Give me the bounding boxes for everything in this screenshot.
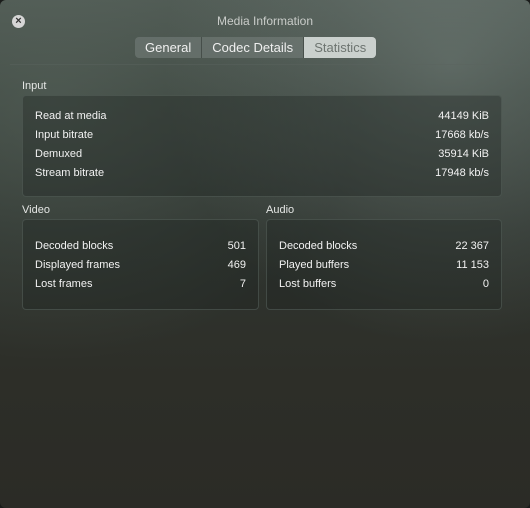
stat-row: Demuxed 35914 KiB bbox=[35, 148, 489, 164]
stat-value: 0 bbox=[482, 278, 489, 290]
stat-label: Lost buffers bbox=[279, 278, 337, 290]
stat-row: Stream bitrate 17948 kb/s bbox=[35, 167, 489, 183]
stat-row: Lost buffers 0 bbox=[279, 278, 489, 294]
tab-codec-details[interactable]: Codec Details bbox=[202, 37, 305, 58]
stat-row: Displayed frames 469 bbox=[35, 259, 246, 275]
stat-value: 35914 KiB bbox=[438, 148, 489, 160]
tab-general[interactable]: General bbox=[135, 37, 203, 58]
header-divider bbox=[10, 64, 520, 65]
stat-label: Decoded blocks bbox=[279, 240, 358, 252]
video-section-title: Video bbox=[22, 204, 50, 216]
stat-label: Decoded blocks bbox=[35, 240, 114, 252]
stat-row: Decoded blocks 22 367 bbox=[279, 240, 489, 256]
window-title: Media Information bbox=[216, 14, 314, 28]
input-section-title: Input bbox=[22, 80, 47, 92]
stat-row: Read at media 44149 KiB bbox=[35, 110, 489, 126]
input-stats-box: Read at media 44149 KiB Input bitrate 17… bbox=[22, 95, 502, 197]
tab-statistics[interactable]: Statistics bbox=[304, 37, 377, 58]
stat-label: Played buffers bbox=[279, 259, 350, 271]
stat-value: 7 bbox=[239, 278, 246, 290]
title-bar: × Media Information bbox=[0, 0, 530, 36]
stat-value: 17948 kb/s bbox=[435, 167, 489, 179]
stat-value: 469 bbox=[227, 259, 246, 271]
stat-value: 501 bbox=[227, 240, 246, 252]
stat-row: Decoded blocks 501 bbox=[35, 240, 246, 256]
audio-stats-box: Decoded blocks 22 367 Played buffers 11 … bbox=[266, 219, 502, 310]
stat-value: 17668 kb/s bbox=[435, 129, 489, 141]
media-information-window: × Media Information General Codec Detail… bbox=[0, 0, 530, 508]
stat-label: Input bitrate bbox=[35, 129, 94, 141]
video-stats-box: Decoded blocks 501 Displayed frames 469 … bbox=[22, 219, 259, 310]
stat-label: Displayed frames bbox=[35, 259, 120, 271]
tab-bar: General Codec Details Statistics bbox=[135, 37, 377, 58]
stat-value: 22 367 bbox=[455, 240, 489, 252]
stat-row: Input bitrate 17668 kb/s bbox=[35, 129, 489, 145]
stat-label: Read at media bbox=[35, 110, 107, 122]
stat-row: Played buffers 11 153 bbox=[279, 259, 489, 275]
stat-label: Demuxed bbox=[35, 148, 83, 160]
stat-row: Lost frames 7 bbox=[35, 278, 246, 294]
stat-label: Stream bitrate bbox=[35, 167, 105, 179]
stat-label: Lost frames bbox=[35, 278, 93, 290]
audio-section-title: Audio bbox=[266, 204, 295, 216]
stat-value: 44149 KiB bbox=[438, 110, 489, 122]
stat-value: 11 153 bbox=[456, 259, 489, 271]
